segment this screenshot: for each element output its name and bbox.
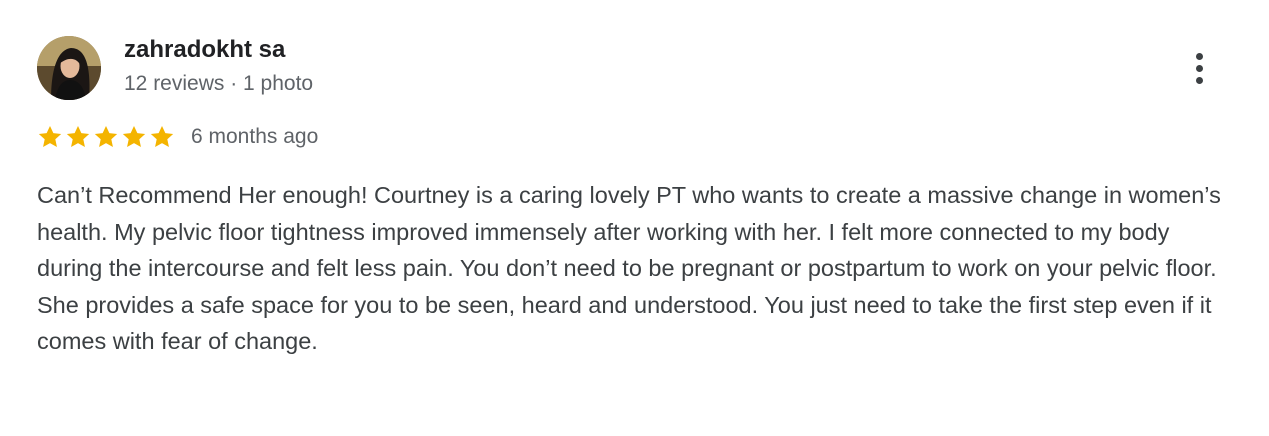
star-icon [150,125,174,147]
star-icon [38,125,62,147]
rating-row: 6 months ago [37,124,318,150]
star-icon [66,125,90,147]
author-meta: 12 reviews · 1 photo [124,72,314,95]
more-options-button[interactable] [1180,46,1218,90]
star-rating [37,124,175,150]
star-icon [122,125,146,147]
avatar[interactable] [37,36,101,100]
profile-photo-icon [37,36,101,100]
star-icon [94,125,118,147]
review-date: 6 months ago [191,125,319,148]
more-vert-icon [1195,52,1203,60]
author-name[interactable]: zahradokht sa [124,36,285,64]
review-text: Can’t Recommend Her enough! Courtney is … [37,182,1221,355]
